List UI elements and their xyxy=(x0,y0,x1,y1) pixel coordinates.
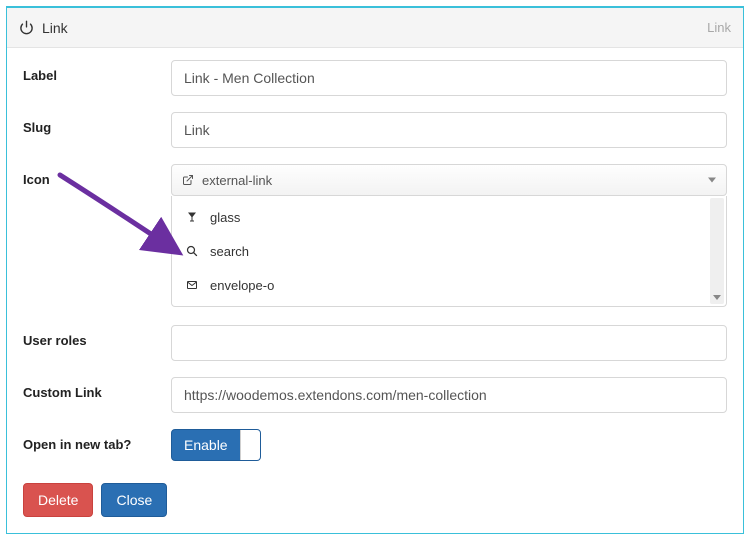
power-icon xyxy=(19,20,34,35)
header-link-text[interactable]: Link xyxy=(707,20,731,35)
envelope-icon xyxy=(184,279,200,291)
row-icon: Icon external-link glass xyxy=(23,164,727,307)
slug-input[interactable] xyxy=(171,112,727,148)
label-icon: Icon xyxy=(23,164,171,187)
panel-title: Link xyxy=(42,20,68,36)
custom-link-input[interactable] xyxy=(171,377,727,413)
panel-body: Label Slug Icon external-link xyxy=(7,48,743,533)
icon-option-envelope[interactable]: envelope-o xyxy=(172,268,726,302)
label-user-roles: User roles xyxy=(23,325,171,348)
button-row: Delete Close xyxy=(23,483,727,517)
toggle-label: Enable xyxy=(172,437,240,453)
close-button[interactable]: Close xyxy=(101,483,167,517)
icon-dropdown: glass search envelope-o xyxy=(171,196,727,307)
delete-button[interactable]: Delete xyxy=(23,483,93,517)
icon-option-label: envelope-o xyxy=(210,278,274,293)
row-open-new-tab: Open in new tab? Enable xyxy=(23,429,727,461)
label-label: Label xyxy=(23,60,171,83)
icon-select[interactable]: external-link xyxy=(171,164,727,196)
label-input[interactable] xyxy=(171,60,727,96)
row-user-roles: User roles xyxy=(23,325,727,361)
toggle-handle xyxy=(240,430,260,460)
panel-header: Link Link xyxy=(7,8,743,48)
chevron-down-icon xyxy=(708,178,716,183)
link-edit-panel: Link Link Label Slug Icon xyxy=(6,6,744,534)
external-link-icon xyxy=(182,174,194,186)
row-slug: Slug xyxy=(23,112,727,148)
row-custom-link: Custom Link xyxy=(23,377,727,413)
label-open-new-tab: Open in new tab? xyxy=(23,429,171,454)
label-slug: Slug xyxy=(23,112,171,135)
icon-option-search[interactable]: search xyxy=(172,234,726,268)
row-label: Label xyxy=(23,60,727,96)
icon-select-value: external-link xyxy=(202,173,272,188)
label-custom-link: Custom Link xyxy=(23,377,171,400)
search-icon xyxy=(184,245,200,257)
user-roles-input[interactable] xyxy=(171,325,727,361)
scrollbar-chevron-down-icon[interactable] xyxy=(713,295,721,300)
glass-icon xyxy=(184,211,200,223)
icon-option-label: glass xyxy=(210,210,240,225)
open-new-tab-toggle[interactable]: Enable xyxy=(171,429,261,461)
icon-option-glass[interactable]: glass xyxy=(172,200,726,234)
icon-option-label: search xyxy=(210,244,249,259)
